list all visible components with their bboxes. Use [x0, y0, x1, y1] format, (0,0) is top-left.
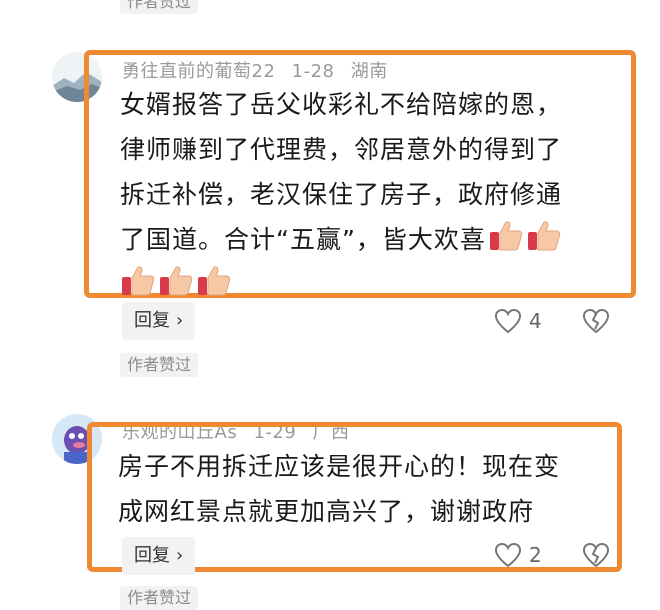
like-button[interactable] — [494, 308, 522, 334]
thumbs-up-icon — [158, 263, 194, 299]
thumbs-up-icon — [120, 263, 156, 299]
chevron-right-icon: › — [176, 545, 184, 566]
broken-heart-icon — [582, 308, 610, 334]
like-count: 2 — [529, 543, 542, 567]
like-button[interactable] — [494, 542, 522, 568]
reply-label: 回复 — [134, 310, 170, 331]
dislike-button[interactable] — [582, 308, 610, 334]
comment-line: 女婿报答了岳父收彩礼不给陪嫁的恩， — [120, 90, 563, 119]
comment-line: 拆迁补偿，老汉保住了房子，政府修通 — [120, 180, 563, 209]
comment-text: 女婿报答了岳父收彩礼不给陪嫁的恩， 律师赚到了代理费，邻居意外的得到了 拆迁补偿… — [120, 82, 625, 307]
comment-text: 房子不用拆迁应该是很开心的！现在变 成网红景点就更加高兴了，谢谢政府 — [118, 444, 613, 534]
heart-icon — [494, 308, 522, 334]
author-liked-badge: 作者赞过 — [120, 353, 199, 377]
chevron-right-icon: › — [176, 310, 184, 331]
reply-button[interactable]: 回复 › — [122, 537, 196, 575]
comment-line: 律师赚到了代理费，邻居意外的得到了 — [120, 135, 563, 164]
author-liked-badge-top: 作者赞过 — [120, 0, 199, 14]
reply-button[interactable]: 回复 › — [122, 302, 196, 340]
comment-line: 成网红景点就更加高兴了，谢谢政府 — [118, 497, 535, 526]
emoji-line — [120, 262, 625, 307]
like-count: 4 — [529, 309, 542, 333]
thumbs-up-icon — [488, 218, 524, 254]
comment-line: 房子不用拆迁应该是很开心的！现在变 — [118, 452, 561, 481]
comment-line: 了国道。合计“五赢”，皆大欢喜 — [120, 217, 625, 262]
heart-icon — [494, 542, 522, 568]
dislike-button[interactable] — [582, 542, 610, 568]
thumbs-up-icon — [526, 218, 562, 254]
broken-heart-icon — [582, 542, 610, 568]
author-liked-badge: 作者赞过 — [120, 586, 199, 610]
thumbs-up-icon — [196, 263, 232, 299]
reply-label: 回复 — [134, 545, 170, 566]
